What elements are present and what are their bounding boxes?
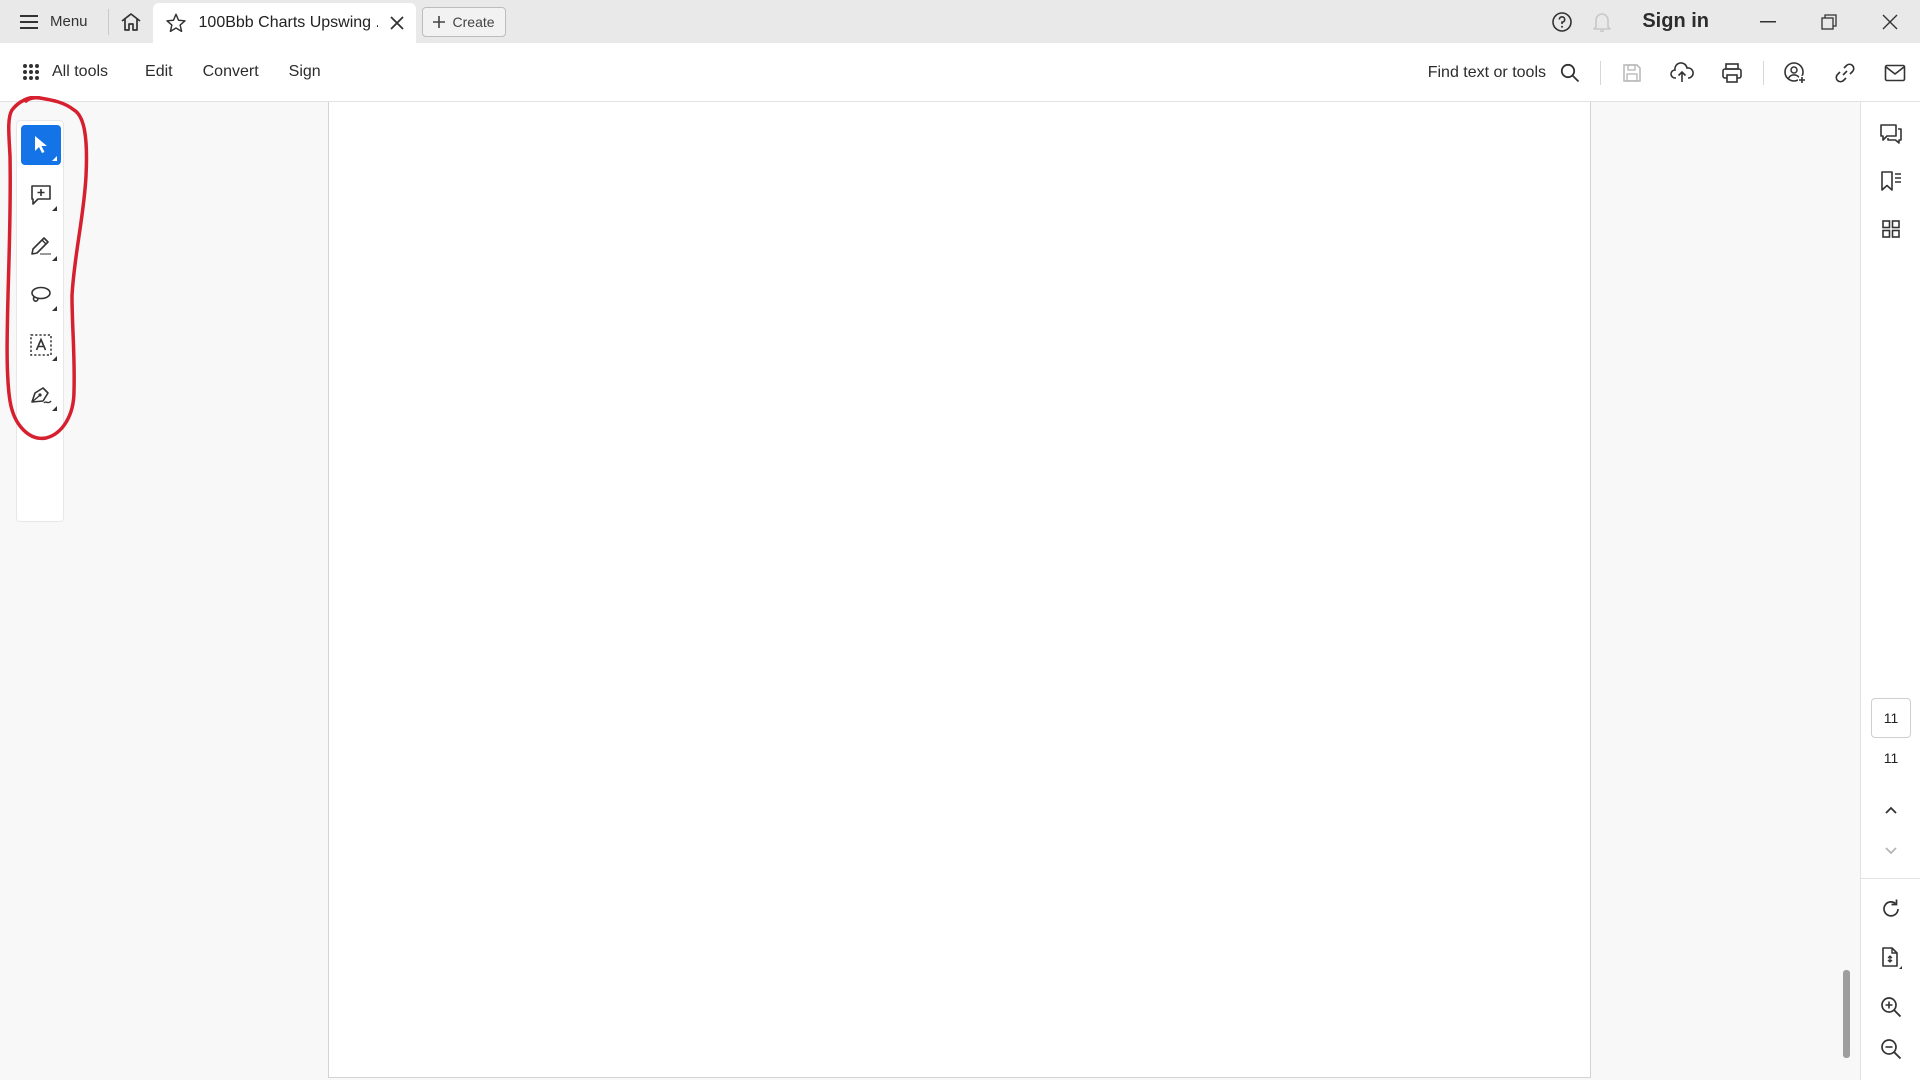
chevron-up-icon [1885,806,1897,814]
bookmarks-panel-button[interactable] [1861,161,1920,201]
zoom-in-icon [1881,997,1902,1018]
select-tool[interactable] [21,125,61,165]
zoom-in-button[interactable] [1861,987,1920,1027]
sign-in-button[interactable]: Sign in [1622,10,1737,33]
close-window-button[interactable] [1859,0,1920,43]
add-text-tool[interactable] [21,325,61,365]
right-side-panel: 11 11 [1860,102,1920,1080]
title-bar: Menu 100Bbb Charts Upswing ... Create Si… [0,0,1920,43]
search-icon [1560,63,1580,82]
all-tools-button[interactable]: All tools [0,63,130,81]
main-toolbar: All tools Edit Convert Sign Find text or… [0,43,1920,102]
comment-add-icon [31,185,51,205]
minimize-icon [1759,20,1776,22]
total-pages: 11 [1883,750,1899,766]
quick-tools-toolbar [16,120,64,522]
text-box-icon [30,334,52,356]
pen-sign-icon [31,387,52,404]
expand-corner [52,206,57,211]
printer-icon [1722,62,1742,83]
close-tab-icon[interactable] [389,16,404,30]
cursor-icon [35,136,47,153]
tab-title: 100Bbb Charts Upswing ... [198,14,378,31]
current-page-input[interactable]: 11 [1871,698,1911,738]
close-icon [1882,14,1897,29]
thumbnails-icon [1882,220,1900,238]
notifications-button[interactable] [1582,0,1622,43]
zoom-out-button[interactable] [1861,1029,1920,1069]
rotate-button[interactable] [1861,889,1920,929]
divider [1600,60,1601,85]
minimize-button[interactable] [1737,0,1798,43]
bell-icon [1593,12,1612,32]
home-icon [121,12,141,31]
convert-menu[interactable]: Convert [188,63,274,81]
highlight-tool[interactable] [21,225,61,265]
draw-freeform-tool[interactable] [21,275,61,315]
chevron-down-icon [1885,847,1897,855]
copy-link-button[interactable] [1820,43,1870,102]
all-tools-label: All tools [52,63,109,80]
document-scroll-icon [1882,947,1902,969]
vertical-scrollbar-thumb[interactable] [1843,970,1850,1058]
star-icon[interactable] [165,12,187,34]
restore-icon [1820,13,1837,30]
document-tab[interactable]: 100Bbb Charts Upswing ... [152,3,416,43]
grid-icon [23,64,39,80]
thumbnails-panel-button[interactable] [1861,209,1920,249]
create-button[interactable]: Create [421,6,506,37]
save-icon [1623,63,1641,82]
cloud-upload-icon [1670,61,1694,82]
help-icon [1552,11,1573,32]
plus-icon [432,15,445,28]
document-page[interactable] [328,102,1591,1078]
upload-cloud-button[interactable] [1657,43,1707,102]
divider [1763,60,1764,85]
home-button[interactable] [109,0,153,43]
expand-corner [52,406,57,411]
next-page-button[interactable] [1861,831,1920,871]
comments-panel-button[interactable] [1861,114,1920,154]
fill-sign-tool[interactable] [21,375,61,415]
expand-corner [52,306,57,311]
print-button[interactable] [1707,43,1757,102]
expand-corner [52,256,57,261]
share-user-button[interactable] [1770,43,1820,102]
menu-button[interactable]: Menu [0,0,108,43]
help-button[interactable] [1542,0,1582,43]
zoom-out-icon [1881,1039,1902,1060]
edit-menu[interactable]: Edit [130,63,188,81]
find-text-or-tools[interactable]: Find text or tools [1428,63,1594,83]
restore-button[interactable] [1798,0,1859,43]
user-add-icon [1784,61,1807,84]
pen-highlight-icon [31,237,51,255]
bookmark-icon [1881,171,1901,191]
lasso-icon [31,286,51,302]
left-tool-panel [0,102,328,1080]
expand-corner [52,356,57,361]
hamburger-icon [20,14,38,29]
divider [1861,878,1920,879]
save-button[interactable] [1607,43,1657,102]
comments-icon [1880,124,1902,144]
page-display-button[interactable] [1861,938,1920,978]
add-comment-tool[interactable] [21,175,61,215]
expand-corner [52,156,57,161]
email-button[interactable] [1870,43,1920,102]
link-icon [1835,62,1855,83]
menu-label: Menu [50,13,88,30]
create-label: Create [452,13,495,30]
previous-page-button[interactable] [1861,790,1920,830]
mail-icon [1884,64,1906,81]
find-label: Find text or tools [1427,63,1546,81]
sign-menu[interactable]: Sign [274,63,336,81]
rotate-icon [1883,899,1899,917]
